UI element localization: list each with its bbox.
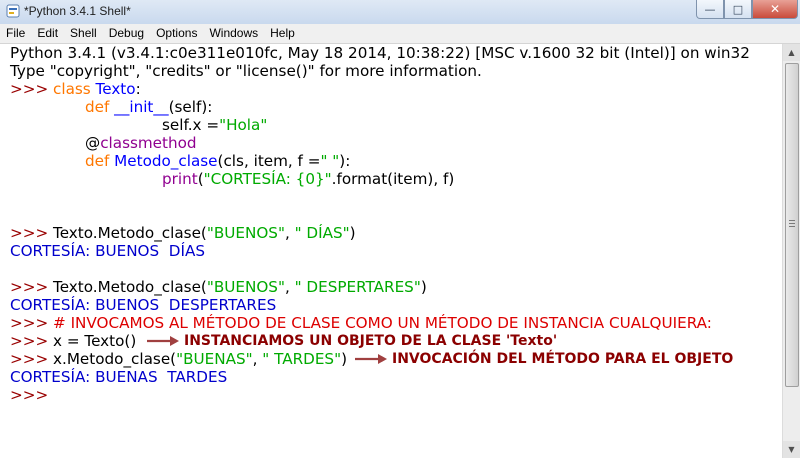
output-line-2: CORTESÍA: BUENOS DESPERTARES [10, 296, 277, 314]
method-name: Metodo_clase [114, 152, 218, 170]
call-sep: , [284, 224, 295, 242]
prompt: >>> [10, 350, 54, 368]
string-hola: "Hola" [219, 116, 268, 134]
shell-text-area[interactable]: Python 3.4.1 (v3.4.1:c0e311e010fc, May 1… [0, 44, 782, 458]
comment-text: # INVOCAMOS AL MÉTODO DE CLASE COMO UN M… [53, 314, 712, 332]
call-arg1: "BUENAS" [176, 350, 253, 368]
scroll-up-icon[interactable]: ▲ [783, 44, 800, 61]
decorator-at: @ [85, 134, 101, 152]
scroll-down-icon[interactable]: ▼ [783, 441, 800, 458]
call-arg2: " TARDES" [262, 350, 342, 368]
maximize-button[interactable]: □ [724, 0, 752, 19]
minimize-button[interactable]: — [696, 0, 724, 19]
python-shell-icon [6, 4, 20, 18]
window-title: *Python 3.4.1 Shell* [24, 4, 131, 18]
vertical-scrollbar[interactable]: ▲ ▼ [782, 44, 800, 458]
menu-edit[interactable]: Edit [31, 24, 64, 43]
keyword-def: def [85, 98, 110, 116]
menu-options[interactable]: Options [150, 24, 203, 43]
menu-help[interactable]: Help [264, 24, 301, 43]
prompt: >>> [10, 278, 54, 296]
banner-line-version: Python 3.4.1 (v3.4.1:c0e311e010fc, May 1… [10, 44, 750, 62]
code-line-def-method: def Metodo_clase(cls, item, f =" "): [85, 152, 350, 170]
annotation-instantiate-text: INSTANCIAMOS UN OBJETO DE LA CLASE 'Text… [184, 333, 558, 349]
instantiate-code: x = Texto() [53, 332, 137, 350]
keyword-def: def [85, 152, 110, 170]
colon: : [135, 80, 141, 98]
code-line-decorator: @classmethod [85, 134, 197, 152]
output-line-3: CORTESÍA: BUENAS TARDES [10, 368, 228, 386]
close-button[interactable]: ✕ [752, 0, 798, 19]
assign-lhs: self.x = [162, 116, 220, 134]
menu-shell[interactable]: Shell [64, 24, 103, 43]
menu-debug[interactable]: Debug [103, 24, 150, 43]
title-bar[interactable]: *Python 3.4.1 Shell* — □ ✕ [0, 0, 800, 25]
call-arg1: "BUENOS" [206, 224, 285, 242]
code-line-assign: self.x ="Hola" [162, 116, 267, 134]
scroll-thumb[interactable] [785, 63, 799, 387]
call-arg2: " DÍAS" [294, 224, 350, 242]
init-name: __init__ [114, 98, 169, 116]
active-prompt[interactable]: >>> [10, 386, 48, 404]
code-line-class: >>> class Texto: [10, 80, 141, 98]
prompt: >>> [10, 224, 54, 242]
call-post: ) [349, 224, 356, 242]
grip-line [789, 226, 795, 227]
decorator-name: classmethod [100, 134, 197, 152]
right-arrow-icon [147, 336, 179, 346]
call-sep: , [284, 278, 295, 296]
code-line-print: print("CORTESÍA: {0}".format(item), f) [162, 170, 454, 188]
annotation-instantiate: INSTANCIAMOS UN OBJETO DE LA CLASE 'Text… [146, 332, 557, 350]
call-pre: Texto.Metodo_clase( [53, 278, 207, 296]
annotation-invoke: INVOCACIÓN DEL MÉTODO PARA EL OBJETO [354, 350, 733, 368]
menu-windows[interactable]: Windows [203, 24, 264, 43]
idle-shell-window: *Python 3.4.1 Shell* — □ ✕ File Edit She… [0, 0, 800, 458]
comment-line: >>> # INVOCAMOS AL MÉTODO DE CLASE COMO … [10, 314, 712, 332]
menu-bar: File Edit Shell Debug Options Windows He… [0, 24, 800, 44]
instantiate-line: >>> x = Texto() [10, 332, 136, 350]
print-fn: print [162, 170, 198, 188]
menu-file[interactable]: File [0, 24, 31, 43]
call-line-2: >>> Texto.Metodo_clase("BUENOS", " DESPE… [10, 278, 427, 296]
string-space: " " [320, 152, 340, 170]
call-pre: x.Metodo_clase( [53, 350, 177, 368]
window-controls: — □ ✕ [696, 0, 798, 20]
class-name: Texto [95, 80, 136, 98]
grip-line [789, 220, 795, 221]
call-line-1: >>> Texto.Metodo_clase("BUENOS", " DÍAS"… [10, 224, 356, 242]
code-line-def-init: def __init__(self): [85, 98, 212, 116]
right-arrow-icon [355, 354, 387, 364]
init-params: (self): [168, 98, 213, 116]
prompt: >>> [10, 80, 54, 98]
format-call: .format(item), f) [331, 170, 455, 188]
banner-line-info: Type "copyright", "credits" or "license(… [10, 62, 482, 80]
call-arg2: " DESPERTARES" [294, 278, 421, 296]
grip-line [789, 223, 795, 224]
method-params: (cls, item, f = [217, 152, 321, 170]
call-post: ) [341, 350, 347, 368]
call-pre: Texto.Metodo_clase( [53, 224, 207, 242]
call-post: ) [420, 278, 427, 296]
method-close: ): [339, 152, 351, 170]
call-arg1: "BUENOS" [206, 278, 285, 296]
keyword-class: class [53, 80, 91, 98]
annotation-invoke-text: INVOCACIÓN DEL MÉTODO PARA EL OBJETO [392, 351, 734, 367]
string-format: "CORTESÍA: {0}" [203, 170, 332, 188]
call-sep: , [252, 350, 263, 368]
prompt: >>> [10, 332, 54, 350]
output-line-1: CORTESÍA: BUENOS DÍAS [10, 242, 206, 260]
prompt: >>> [10, 314, 54, 332]
call-line-3: >>> x.Metodo_clase("BUENAS", " TARDES") [10, 350, 347, 368]
